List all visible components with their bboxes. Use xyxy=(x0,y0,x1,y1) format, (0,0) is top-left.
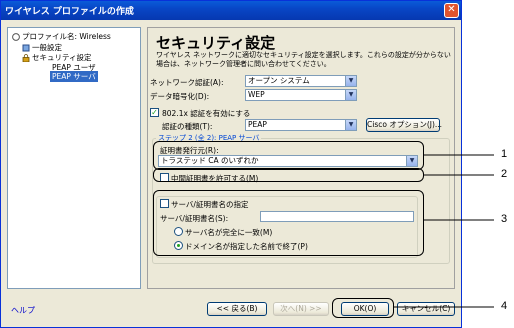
callout-number-4: 4 xyxy=(501,300,508,312)
callout-number-2: 2 xyxy=(501,168,508,180)
callout-number-1: 1 xyxy=(501,148,508,160)
callout-leader-lines xyxy=(394,154,494,308)
callout-number-3: 3 xyxy=(501,213,508,225)
